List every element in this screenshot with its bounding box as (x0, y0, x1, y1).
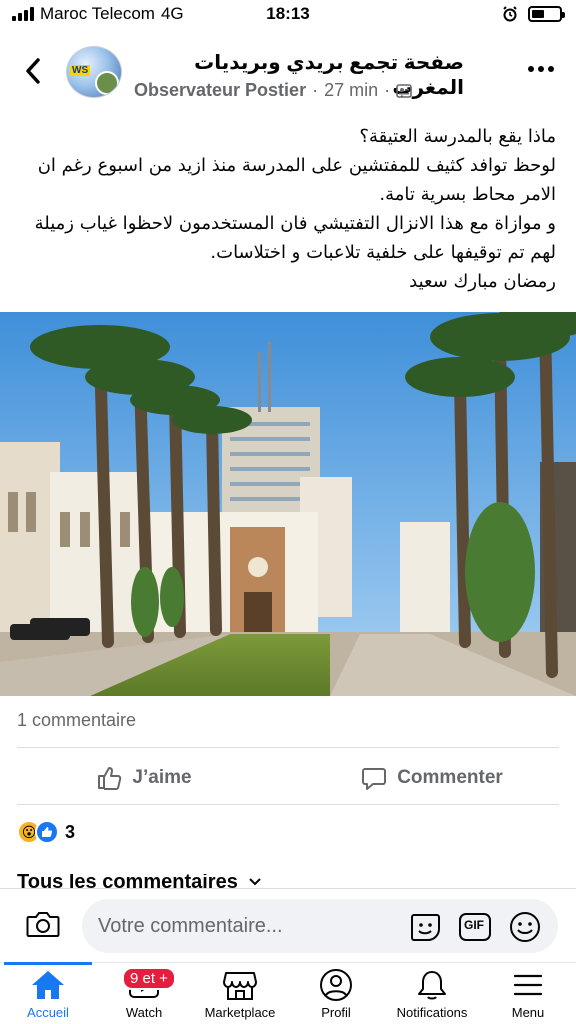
chevron-down-icon (249, 878, 261, 886)
author-name[interactable]: Observateur Postier (134, 80, 306, 101)
comment-count[interactable]: 1 commentaire (17, 710, 136, 731)
status-bar: Maroc Telecom 4G 18:13 (0, 0, 576, 30)
gif-label: GIF (464, 918, 484, 932)
post-line: ماذا يقع بالمدرسة العتيقة؟ (359, 126, 556, 147)
divider (17, 804, 559, 805)
marketplace-icon (223, 972, 257, 1000)
like-reaction-icon (35, 820, 59, 844)
tab-notifications[interactable]: Notifications (384, 963, 480, 1024)
tab-home[interactable]: Accueil (0, 962, 96, 1024)
reaction-count: 3 (65, 821, 76, 842)
tab-label: Notifications (396, 1005, 468, 1020)
post-line: رمضان مبارك سعيد (409, 271, 556, 292)
post-time[interactable]: 27 min (324, 80, 378, 101)
bottom-tab-bar: Accueil 9 et + Watch Marketplace Profil … (0, 962, 576, 1024)
page-avatar[interactable]: WS (66, 46, 122, 98)
gif-button[interactable]: GIF (458, 911, 492, 948)
comment-icon (362, 768, 387, 790)
profile-icon (320, 969, 352, 1001)
more-options-button[interactable] (528, 66, 554, 72)
post-header: WS صفحة تجمع بريدي وبريديات المغرب Obser… (0, 36, 576, 108)
reactions-summary[interactable]: 😮 3 (17, 820, 75, 844)
post-line: و موازاة مع هذا الانزال التفتيشي فان الم… (34, 213, 556, 263)
camera-icon (26, 912, 60, 937)
tab-label: Marketplace (204, 1005, 276, 1020)
clock: 18:13 (266, 4, 310, 23)
meta-separator: · (384, 80, 391, 100)
tab-label: Menu (511, 1005, 545, 1020)
watch-badge: 9 et + (122, 967, 176, 990)
alarm-icon (503, 6, 517, 22)
post-text: ماذا يقع بالمدرسة العتيقة؟ لوحظ توافد كث… (16, 122, 556, 296)
comment-label: Commenter (397, 767, 503, 788)
tab-watch[interactable]: 9 et + Watch (96, 963, 192, 1024)
avatar-tag: WS (70, 65, 91, 76)
status-right (502, 6, 565, 22)
like-button[interactable]: J’aime (0, 756, 288, 800)
post-actions: J’aime Commenter (0, 756, 576, 800)
emoji-button[interactable] (508, 911, 542, 948)
comment-button[interactable]: Commenter (288, 756, 576, 800)
chevron-left-icon (26, 58, 40, 84)
sticker-button[interactable] (408, 911, 442, 948)
tab-label: Profil (321, 1005, 351, 1020)
back-button[interactable] (20, 56, 46, 86)
divider (17, 747, 559, 748)
camera-button[interactable] (26, 909, 60, 944)
privacy-icon (396, 83, 412, 98)
tab-profile[interactable]: Profil (288, 963, 384, 1024)
battery-icon (528, 6, 565, 22)
bell-icon (418, 971, 446, 1000)
post-meta: Observateur Postier · 27 min · (134, 80, 412, 101)
meta-separator: · (312, 80, 319, 100)
tab-label: Accueil (27, 1005, 69, 1020)
tab-label: Watch (125, 1005, 163, 1020)
tab-menu[interactable]: Menu (480, 963, 576, 1024)
tab-marketplace[interactable]: Marketplace (192, 963, 288, 1024)
like-label: J’aime (132, 767, 192, 788)
comment-composer: GIF (0, 888, 576, 962)
home-icon (32, 971, 64, 999)
author-avatar (95, 71, 119, 95)
menu-icon (513, 974, 543, 996)
emoji-icon (510, 912, 540, 942)
post-line: لوحظ توافد كثيف للمفتشين على المدرسة منذ… (37, 155, 556, 205)
street-photo (0, 312, 576, 696)
sticker-icon (411, 914, 440, 941)
thumbs-up-icon (98, 767, 122, 790)
post-photo[interactable] (0, 312, 576, 696)
